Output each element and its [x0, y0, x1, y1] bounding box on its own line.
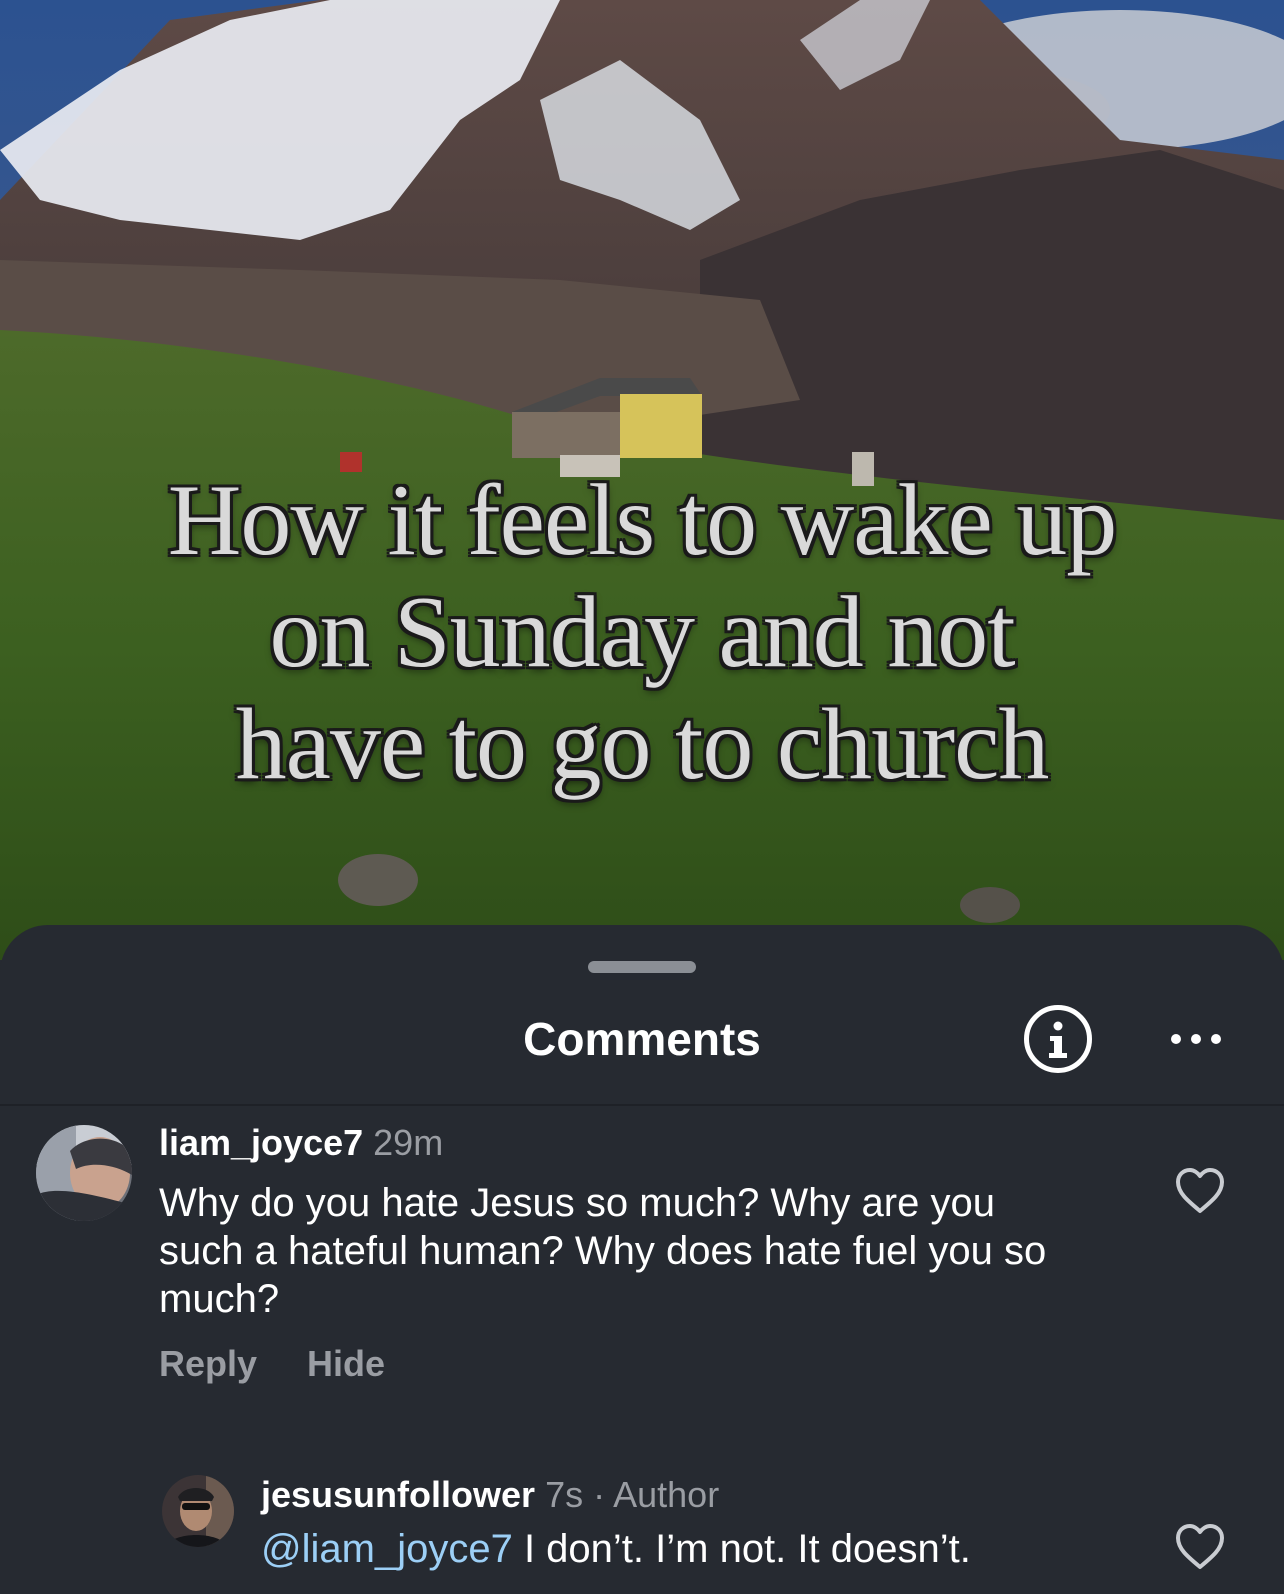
comment-text: Why do you hate Jesus so much? Why are y…: [159, 1181, 1047, 1321]
video-frame[interactable]: How it feels to wake up on Sunday and no…: [0, 0, 1284, 960]
comment-meta: liam_joyce7 29m: [159, 1121, 443, 1165]
avatar[interactable]: [162, 1475, 234, 1547]
header-divider: [0, 1104, 1284, 1106]
ellipsis-icon: [1171, 1034, 1221, 1044]
comment-username[interactable]: liam_joyce7: [159, 1122, 363, 1163]
like-heart-icon[interactable]: [1174, 1523, 1226, 1571]
author-badge: Author: [613, 1474, 720, 1515]
comment-item: liam_joyce7 29m Why do you hate Jesus so…: [0, 1122, 1284, 1385]
caption-line: How it feels to wake up: [167, 464, 1118, 577]
user-photo-icon: [162, 1475, 234, 1547]
like-heart-icon[interactable]: [1174, 1167, 1226, 1215]
hide-button[interactable]: Hide: [307, 1343, 385, 1385]
meta-separator: ·: [593, 1474, 606, 1515]
info-circle-icon: [1049, 1021, 1067, 1058]
caption-line: have to go to church: [235, 688, 1050, 801]
comment-timestamp: 29m: [373, 1122, 444, 1163]
video-caption-overlay: How it feels to wake up on Sunday and no…: [0, 465, 1284, 801]
comments-sheet: Comments liam_joyce7 29m Why do you hate…: [0, 925, 1284, 1594]
sheet-drag-handle[interactable]: [588, 961, 696, 973]
comment-meta: jesusunfollower 7s · Author: [261, 1473, 719, 1517]
comment-actions: Reply Hide: [159, 1343, 385, 1385]
reply-comment-item: jesusunfollower 7s · Author @liam_joyce7…: [0, 1473, 1284, 1594]
user-photo-icon: [36, 1125, 132, 1221]
comment-username[interactable]: jesusunfollower: [261, 1474, 535, 1515]
comment-text: @liam_joyce7 I don’t. I’m not. It doesn’…: [261, 1525, 1121, 1573]
comment-body: I don’t. I’m not. It doesn’t.: [512, 1527, 971, 1571]
info-button[interactable]: [1024, 1005, 1092, 1073]
comment-timestamp: 7s: [545, 1474, 584, 1515]
reply-button[interactable]: Reply: [159, 1343, 257, 1385]
more-options-button[interactable]: [1156, 1017, 1236, 1061]
mention-link[interactable]: @liam_joyce7: [261, 1527, 513, 1571]
caption-line: on Sunday and not: [269, 576, 1015, 689]
avatar[interactable]: [36, 1125, 132, 1221]
